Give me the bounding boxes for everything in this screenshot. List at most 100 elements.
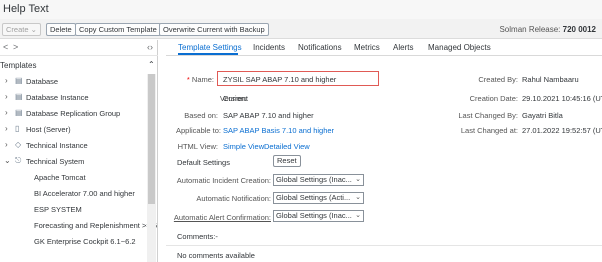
created-by-label: Created By: (478, 75, 518, 84)
alert-confirmation-select[interactable]: Global Settings (Inac... ⌄ (273, 210, 364, 222)
alert-confirmation-value: Global Settings (Inac... (276, 211, 352, 220)
tree-item-label: Database (26, 77, 59, 86)
chevron-down-icon: ⌄ (355, 212, 361, 219)
expand-arrow-icon[interactable]: › (5, 124, 8, 133)
template-detail: Template Settings Incidents Notification… (166, 40, 602, 262)
tree-item-esp-system[interactable]: ESP SYSTEM (0, 202, 146, 218)
creation-date-label: Creation Date: (469, 94, 518, 103)
expand-arrow-icon[interactable]: › (5, 92, 8, 101)
tree-item-database-instance[interactable]: › ▤ Database Instance (0, 90, 146, 106)
solman-release: Solman Release: 720 0012 (499, 25, 596, 34)
last-changed-by-value: Gayatri Bitla (522, 111, 563, 120)
replication-group-icon: ▤ (15, 108, 23, 117)
nav-row: < > ‹› (0, 40, 158, 56)
incident-creation-value: Global Settings (Inac... (276, 175, 352, 184)
tree-item-technical-system[interactable]: ⌄ ⎋ Technical System (0, 154, 146, 170)
title-bar: Help Text (0, 0, 602, 19)
reset-button[interactable]: Reset (273, 155, 301, 167)
forward-icon[interactable]: > (13, 42, 18, 52)
window-title: Help Text (3, 3, 49, 15)
tree-item-apache-tomcat[interactable]: Apache Tomcat (0, 170, 146, 186)
tree-item-label: GK Enterprise Cockpit 6.1~6.2 (34, 237, 136, 246)
create-button[interactable]: Create ⌄ (2, 23, 41, 36)
solman-release-value: 720 0012 (562, 25, 596, 34)
version-value: Current (223, 94, 249, 103)
tab-notifications[interactable]: Notifications (298, 43, 342, 52)
incident-creation-select[interactable]: Global Settings (Inac... ⌄ (273, 174, 364, 186)
collapse-pane-icon[interactable]: ‹› (147, 42, 153, 52)
tree-item-label: Database Replication Group (26, 109, 121, 118)
comments-divider (166, 245, 602, 246)
scroll-up-icon[interactable]: ⌃ (148, 60, 155, 69)
applicable-to-link[interactable]: SAP ABAP Basis 7.10 and higher (223, 126, 334, 135)
chevron-down-icon: ⌄ (30, 25, 37, 34)
overwrite-with-backup-button[interactable]: Overwrite Current with Backup (159, 23, 269, 36)
database-instance-icon: ▤ (15, 92, 23, 101)
last-changed-at-value: 27.01.2022 19:52:57 (UTC) (522, 126, 602, 135)
name-input[interactable]: ZYSIL SAP ABAP 7.10 and higher (217, 71, 379, 86)
tree-scrollbar[interactable] (147, 74, 156, 262)
tree-item-technical-instance[interactable]: › ◇ Technical Instance (0, 138, 146, 154)
tree-item-label: Technical Instance (26, 141, 88, 150)
name-label-row: * Name: (168, 75, 214, 84)
solman-release-label: Solman Release: (499, 25, 561, 34)
required-mark: * (186, 75, 190, 84)
comments-label: Comments:- (177, 232, 218, 241)
tree-item-label: Host (Server) (26, 125, 71, 134)
tree-item-host-server[interactable]: › ▯ Host (Server) (0, 122, 146, 138)
creation-date-value: 29.10.2021 10:45:16 (UTC) (522, 94, 602, 103)
tree-item-label: Database Instance (26, 93, 89, 102)
tree-item-label: Technical System (26, 157, 85, 166)
active-tab-indicator (178, 53, 238, 55)
tree-item-label: Apache Tomcat (34, 173, 86, 182)
last-changed-at-label: Last Changed at: (460, 126, 518, 135)
based-on-value: SAP ABAP 7.10 and higher (223, 111, 314, 120)
tree-item-forecasting[interactable]: Forecasting and Replenishment >= 5 (0, 218, 157, 234)
no-comments-text: No comments available (177, 251, 255, 260)
create-label: Create (6, 25, 29, 34)
tab-metrics[interactable]: Metrics (354, 43, 380, 52)
applicable-to-label: Applicable to: (175, 126, 221, 135)
notification-select[interactable]: Global Settings (Acti... ⌄ (273, 192, 364, 204)
template-tree-pane: < > ‹› Templates ⌃ › ▤ Database › ▤ Data… (0, 40, 158, 262)
tree-item-label: BI Accelerator 7.00 and higher (34, 189, 135, 198)
name-input-value: ZYSIL SAP ABAP 7.10 and higher (223, 75, 337, 84)
tab-incidents[interactable]: Incidents (253, 43, 285, 52)
tree-item-gk-enterprise-cockpit[interactable]: GK Enterprise Cockpit 6.1~6.2 (0, 234, 146, 250)
expand-arrow-icon[interactable]: › (5, 76, 8, 85)
tree-heading: Templates (0, 61, 37, 70)
copy-custom-template-button[interactable]: Copy Custom Template (75, 23, 161, 36)
default-settings-label: Default Settings (177, 158, 230, 167)
incident-creation-label: Automatic Incident Creation: (176, 176, 271, 185)
toolbar: Create ⌄ Delete Copy Custom Template Ove… (0, 19, 602, 39)
host-icon: ▯ (15, 124, 20, 133)
tree-item-database-replication-group[interactable]: › ▤ Database Replication Group (0, 106, 146, 122)
expand-arrow-icon[interactable]: › (5, 140, 8, 149)
created-by-value: Rahul Nambaaru (522, 75, 579, 84)
expand-arrow-icon[interactable]: › (5, 108, 8, 117)
tab-template-settings[interactable]: Template Settings (178, 43, 242, 52)
name-label: Name: (191, 75, 214, 84)
database-icon: ▤ (15, 76, 23, 85)
html-view-label: HTML View: (177, 142, 218, 151)
tree-scrollbar-thumb[interactable] (148, 74, 155, 204)
collapse-arrow-icon[interactable]: ⌄ (4, 156, 11, 165)
last-changed-by-label: Last Changed By: (458, 111, 518, 120)
based-on-label: Based on: (184, 111, 218, 120)
back-icon[interactable]: < (3, 42, 8, 52)
technical-instance-icon: ◇ (15, 140, 22, 149)
tab-bar: Template Settings Incidents Notification… (166, 40, 602, 56)
simple-view-link[interactable]: Simple View (223, 142, 264, 151)
tree-item-database[interactable]: › ▤ Database (0, 74, 146, 90)
alert-confirmation-label: Automatic Alert Confirmation: (173, 213, 271, 222)
chevron-down-icon: ⌄ (355, 194, 361, 201)
tree-item-label: ESP SYSTEM (34, 205, 82, 214)
chevron-down-icon: ⌄ (355, 176, 361, 183)
tab-managed-objects[interactable]: Managed Objects (428, 43, 491, 52)
detailed-view-link[interactable]: Detailed View (264, 142, 310, 151)
delete-button[interactable]: Delete (46, 23, 76, 36)
tree-item-label: Forecasting and Replenishment >= 5 (34, 221, 157, 230)
tab-alerts[interactable]: Alerts (393, 43, 413, 52)
technical-system-icon: ⎋ (15, 156, 22, 165)
tree-item-bi-accelerator[interactable]: BI Accelerator 7.00 and higher (0, 186, 146, 202)
